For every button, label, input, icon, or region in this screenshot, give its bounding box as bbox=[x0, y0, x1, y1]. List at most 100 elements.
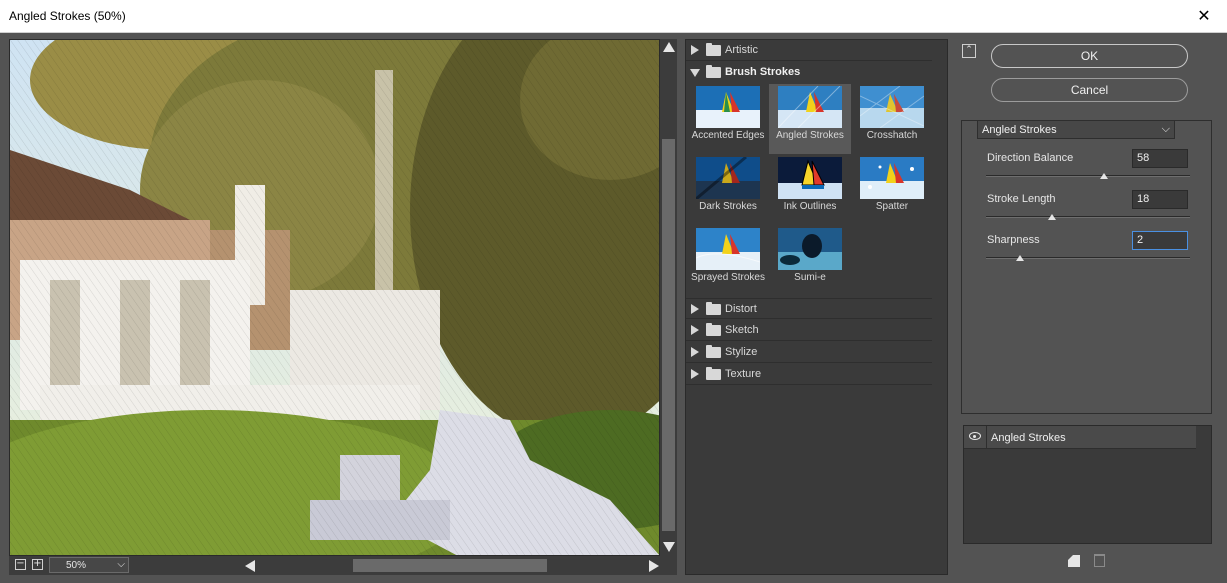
chevron-down-icon: ⌵ bbox=[117, 559, 125, 570]
filter-select-value: Angled Strokes bbox=[982, 124, 1057, 136]
category-brush-strokes[interactable]: Brush Strokes bbox=[686, 62, 932, 83]
new-layer-icon[interactable] bbox=[1068, 555, 1080, 567]
category-stylize[interactable]: Stylize bbox=[686, 342, 932, 363]
filter-thumb-sumi-e[interactable]: Sumi-e bbox=[769, 226, 851, 296]
zoom-level-select[interactable]: 50% ⌵ bbox=[49, 557, 129, 573]
expand-triangle-icon[interactable] bbox=[691, 325, 699, 335]
thumbnail-graphic bbox=[778, 228, 842, 270]
filter-thumb-dark-strokes[interactable]: Dark Strokes bbox=[687, 155, 769, 225]
cancel-button[interactable]: Cancel bbox=[991, 78, 1188, 102]
thumbnail-graphic bbox=[860, 86, 924, 128]
filter-thumb-spatter[interactable]: Spatter bbox=[851, 155, 933, 225]
chevron-down-icon: ⌵ bbox=[1161, 122, 1170, 135]
category-sketch[interactable]: Sketch bbox=[686, 320, 932, 341]
filter-thumb-label: Sumi-e bbox=[794, 272, 826, 283]
layer-divider bbox=[986, 426, 987, 449]
title-bar: Angled Strokes (50%) ✕ bbox=[0, 0, 1227, 33]
stroke-length-slider-thumb[interactable] bbox=[1048, 214, 1056, 220]
preview-canvas[interactable] bbox=[9, 39, 660, 556]
direction-balance-slider[interactable] bbox=[986, 175, 1190, 177]
thumbnail-graphic bbox=[860, 157, 924, 199]
category-label: Distort bbox=[725, 303, 757, 315]
horizontal-scroll-thumb[interactable] bbox=[353, 559, 547, 572]
category-label: Brush Strokes bbox=[725, 66, 801, 78]
category-label: Texture bbox=[725, 368, 762, 380]
direction-balance-input[interactable]: 58 bbox=[1132, 149, 1188, 168]
effect-layers-panel: Angled Strokes bbox=[963, 425, 1212, 544]
folder-icon bbox=[706, 302, 721, 315]
trash-icon[interactable] bbox=[1094, 554, 1105, 567]
category-label: Sketch bbox=[725, 324, 759, 336]
stroke-length-label: Stroke Length bbox=[987, 193, 1056, 205]
filter-list-scrollbar[interactable] bbox=[932, 40, 947, 574]
direction-balance-slider-thumb[interactable] bbox=[1100, 173, 1108, 179]
filter-thumb-label: Spatter bbox=[875, 201, 909, 212]
filter-thumbnail-image bbox=[860, 86, 924, 128]
expand-triangle-icon[interactable] bbox=[691, 369, 699, 379]
folder-icon bbox=[706, 323, 721, 336]
stroke-length-slider[interactable] bbox=[986, 216, 1190, 218]
stroke-length-input[interactable]: 18 bbox=[1132, 190, 1188, 209]
filter-thumb-label: Accented Edges bbox=[691, 130, 765, 141]
close-icon[interactable]: ✕ bbox=[1181, 0, 1227, 32]
filter-thumbnail-image bbox=[696, 157, 760, 199]
filter-thumb-label: Angled Strokes bbox=[776, 130, 844, 141]
category-artistic[interactable]: Artistic bbox=[686, 40, 932, 61]
effect-layer-row[interactable]: Angled Strokes bbox=[964, 426, 1196, 449]
zoom-in-icon[interactable]: + bbox=[32, 559, 43, 570]
sharpness-slider-thumb[interactable] bbox=[1016, 255, 1024, 261]
category-label: Stylize bbox=[725, 346, 758, 358]
folder-icon bbox=[706, 43, 721, 56]
thumbnail-graphic bbox=[696, 228, 760, 270]
filter-thumb-ink-outlines[interactable]: Ink Outlines bbox=[769, 155, 851, 225]
filter-gallery-list: Artistic Brush Strokes Accented Edges An… bbox=[685, 39, 948, 575]
filter-thumb-angled-strokes[interactable]: Angled Strokes bbox=[769, 84, 851, 154]
collapse-triangle-icon[interactable] bbox=[690, 69, 700, 77]
collapse-icon[interactable]: ⌃ bbox=[962, 44, 976, 58]
direction-balance-label: Direction Balance bbox=[987, 152, 1074, 164]
filter-thumb-label: Ink Outlines bbox=[783, 201, 837, 212]
thumbnail-graphic bbox=[778, 86, 842, 128]
filter-thumbnail-image bbox=[778, 86, 842, 128]
filter-thumb-label: Sprayed Strokes bbox=[691, 272, 765, 283]
filter-thumbnail-image bbox=[778, 157, 842, 199]
scroll-left-arrow-icon[interactable] bbox=[245, 560, 255, 572]
filter-thumbnail-image bbox=[778, 228, 842, 270]
filter-thumbnail-image bbox=[696, 228, 760, 270]
filter-thumb-label: Crosshatch bbox=[866, 130, 918, 141]
category-label: Artistic bbox=[725, 44, 758, 56]
eye-icon[interactable] bbox=[969, 432, 981, 440]
thumbnail-graphic bbox=[696, 86, 760, 128]
preview-footer: − + 50% ⌵ bbox=[9, 556, 677, 575]
category-distort[interactable]: Distort bbox=[686, 298, 932, 319]
sharpness-input[interactable]: 2 bbox=[1132, 231, 1188, 250]
filter-thumb-accented-edges[interactable]: Accented Edges bbox=[687, 84, 769, 154]
category-texture[interactable]: Texture bbox=[686, 364, 932, 385]
folder-icon bbox=[706, 65, 721, 78]
expand-triangle-icon[interactable] bbox=[691, 347, 699, 357]
filter-thumb-sprayed-strokes[interactable]: Sprayed Strokes bbox=[687, 226, 769, 296]
preview-image bbox=[10, 40, 659, 555]
thumbnail-graphic bbox=[696, 157, 760, 199]
folder-icon bbox=[706, 367, 721, 380]
vertical-scroll-thumb[interactable] bbox=[662, 139, 675, 531]
preview-vertical-scrollbar[interactable] bbox=[660, 39, 677, 556]
thumbnail-graphic bbox=[778, 157, 842, 199]
effect-layer-label: Angled Strokes bbox=[991, 432, 1066, 444]
filter-select[interactable]: Angled Strokes ⌵ bbox=[977, 120, 1175, 139]
expand-triangle-icon[interactable] bbox=[691, 45, 699, 55]
window-title: Angled Strokes (50%) bbox=[9, 9, 126, 23]
zoom-out-icon[interactable]: − bbox=[15, 559, 26, 570]
sharpness-label: Sharpness bbox=[987, 234, 1040, 246]
scroll-down-arrow-icon[interactable] bbox=[663, 542, 675, 552]
ok-button[interactable]: OK bbox=[991, 44, 1188, 68]
scroll-right-arrow-icon[interactable] bbox=[649, 560, 659, 572]
filter-thumbnail-image bbox=[860, 157, 924, 199]
scroll-up-arrow-icon[interactable] bbox=[663, 42, 675, 52]
expand-triangle-icon[interactable] bbox=[691, 304, 699, 314]
filter-thumb-label: Dark Strokes bbox=[699, 201, 757, 212]
folder-icon bbox=[706, 345, 721, 358]
filter-thumb-crosshatch[interactable]: Crosshatch bbox=[851, 84, 933, 154]
filter-thumbnail-image bbox=[696, 86, 760, 128]
zoom-level-value: 50% bbox=[66, 560, 87, 571]
